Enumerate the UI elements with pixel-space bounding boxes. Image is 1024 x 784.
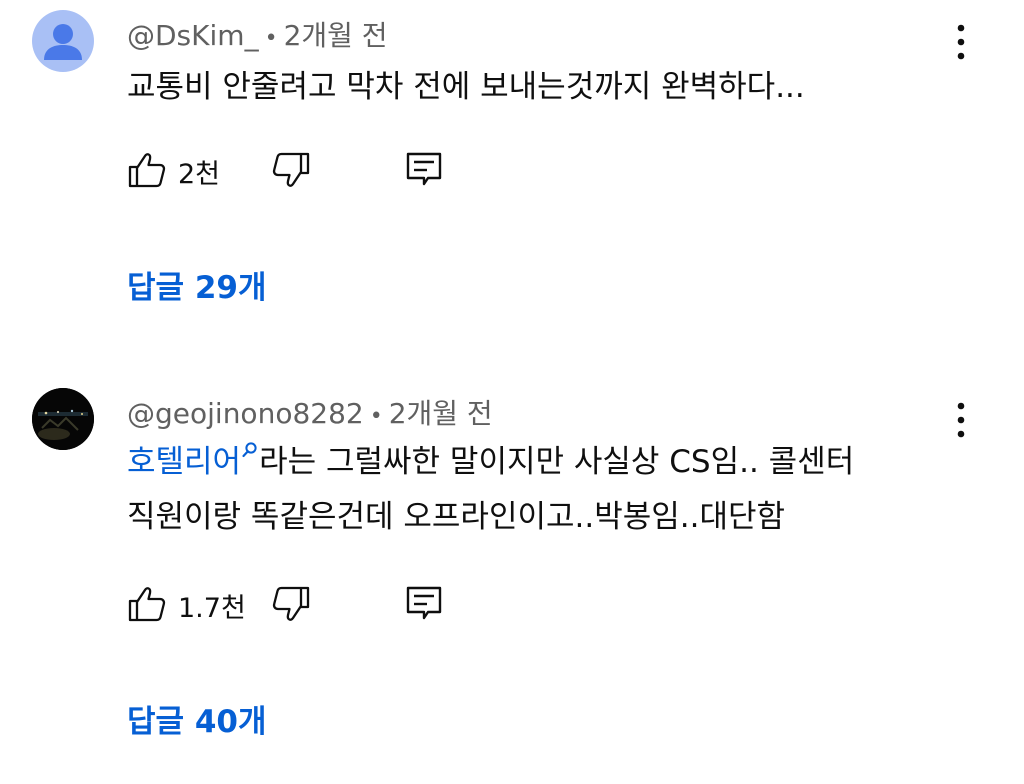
like-count: 1.7천 bbox=[178, 593, 246, 624]
timestamp[interactable]: 2개월 전 bbox=[284, 19, 388, 52]
thumbs-up-icon[interactable] bbox=[127, 150, 167, 190]
comment-text: 호텔리어 라는 그럴싸한 말이지만 사실상 CS임.. 콜센터 직원이랑 똑같은건… bbox=[127, 435, 977, 545]
avatar[interactable] bbox=[32, 388, 94, 450]
view-replies-button[interactable]: 답글 40개 bbox=[127, 696, 267, 741]
comment-thread: @DsKim_ • 2개월 전 교통비 안줄려고 막차 전에 보내는것까지 완벽하다… bbox=[0, 0, 1024, 380]
comment-meta: @geojinono8282 • 2개월 전 bbox=[127, 392, 493, 432]
comment-meta: @DsKim_ • 2개월 전 bbox=[127, 14, 388, 54]
comment-actions: 2천 bbox=[127, 150, 487, 194]
thumbs-up-icon[interactable] bbox=[127, 584, 167, 624]
reply-icon[interactable] bbox=[405, 584, 445, 624]
search-link[interactable]: 호텔리어 bbox=[127, 442, 259, 480]
comment-actions: 1.7천 bbox=[127, 584, 487, 628]
more-vert-icon bbox=[957, 24, 965, 60]
comment-thread: @geojinono8282 • 2개월 전 호텔리어 라는 그럴싸한 말이지만 사실… bbox=[0, 380, 1024, 784]
more-options-button[interactable] bbox=[946, 20, 976, 64]
comment-text: 교통비 안줄려고 막차 전에 보내는것까지 완벽하다... bbox=[127, 69, 805, 105]
thumbs-down-icon[interactable] bbox=[271, 150, 311, 190]
comment-text-line2: 직원이랑 똑같은건데 오프라인이고..박봉임..대단함 bbox=[127, 499, 786, 535]
person-icon bbox=[44, 24, 82, 60]
timestamp[interactable]: 2개월 전 bbox=[389, 397, 493, 430]
night-photo-image bbox=[32, 388, 94, 450]
search-link-label: 호텔리어 bbox=[127, 444, 242, 480]
thumbs-down-icon[interactable] bbox=[271, 584, 311, 624]
view-replies-button[interactable]: 답글 29개 bbox=[127, 262, 267, 307]
author-name[interactable]: @geojinono8282 bbox=[127, 397, 364, 430]
comment-text-line1: 라는 그럴싸한 말이지만 사실상 CS임.. 콜센터 bbox=[259, 444, 855, 480]
search-icon bbox=[242, 442, 257, 458]
meta-separator: • bbox=[369, 404, 383, 429]
author-name[interactable]: @DsKim_ bbox=[127, 19, 259, 52]
like-count: 2천 bbox=[178, 159, 221, 190]
meta-separator: • bbox=[264, 26, 278, 51]
reply-icon[interactable] bbox=[405, 150, 445, 190]
avatar[interactable] bbox=[32, 10, 94, 72]
